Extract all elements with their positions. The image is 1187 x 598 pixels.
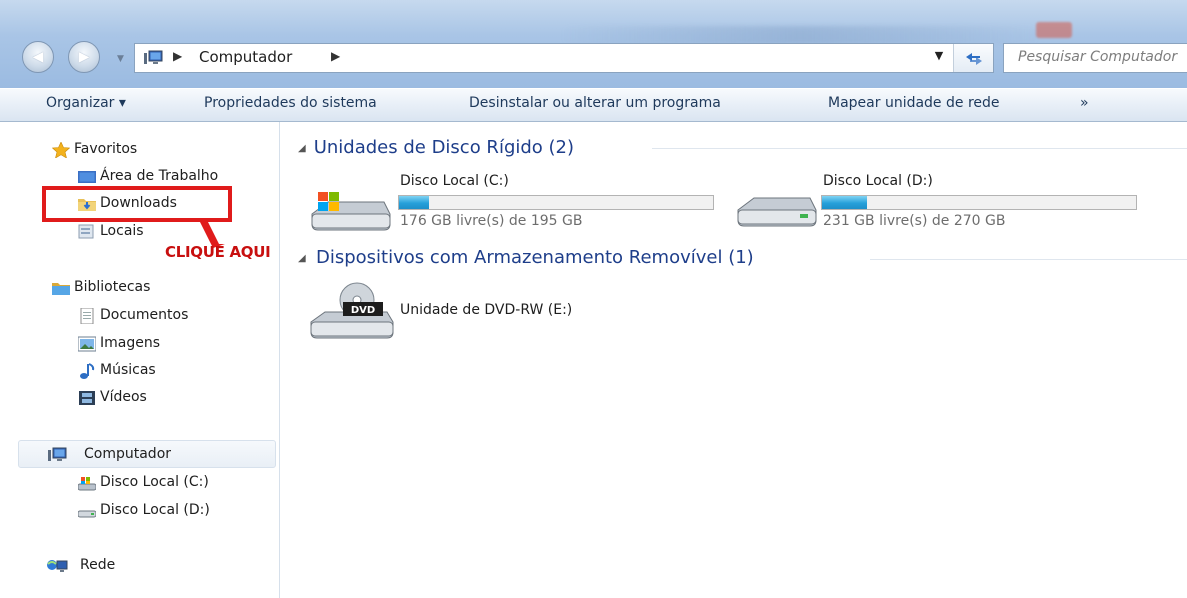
group-divider: [652, 148, 1187, 149]
recent-places-icon: [78, 224, 94, 239]
map-network-drive-button[interactable]: Mapear unidade de rede: [828, 95, 1000, 111]
annotation-click-here: CLIQUE AQUI: [165, 243, 271, 261]
star-icon: [52, 142, 70, 158]
breadcrumb-arrow-icon[interactable]: ▶: [331, 49, 340, 63]
drive-c-usage-bar: [398, 195, 714, 210]
uninstall-program-button[interactable]: Desinstalar ou alterar um programa: [469, 95, 721, 111]
annotation-highlight-box: [42, 186, 232, 222]
libraries-icon: [52, 283, 70, 295]
recent-pages-dropdown[interactable]: ▼: [117, 54, 127, 64]
more-commands-button[interactable]: »: [1080, 95, 1089, 111]
refresh-button[interactable]: [953, 44, 993, 72]
computer-icon: [144, 50, 163, 64]
breadcrumb-arrow-icon[interactable]: ▶: [173, 49, 182, 63]
dvd-drive-icon[interactable]: DVD: [305, 282, 395, 344]
back-arrow-icon: ◀: [32, 49, 44, 65]
drive-d-name[interactable]: Disco Local (D:): [823, 173, 933, 189]
dvd-icon-label: DVD: [351, 305, 375, 316]
hard-drive-icon[interactable]: [734, 192, 820, 232]
system-drive-icon: [78, 477, 96, 491]
search-input[interactable]: Pesquisar Computador: [1003, 43, 1187, 73]
organize-menu[interactable]: Organizar ▾: [46, 95, 126, 111]
system-properties-button[interactable]: Propriedades do sistema: [204, 95, 377, 111]
drive-d-usage-fill: [822, 196, 867, 209]
drive-c-free-space: 176 GB livre(s) de 195 GB: [400, 213, 583, 229]
forward-arrow-icon: ▶: [78, 49, 90, 65]
network-icon: [47, 560, 68, 572]
address-history-dropdown[interactable]: ▼: [931, 49, 947, 62]
hard-drive-icon: [78, 510, 96, 518]
video-film-icon: [79, 391, 95, 405]
search-placeholder: Pesquisar Computador: [1018, 49, 1178, 65]
drive-c-name[interactable]: Disco Local (C:): [400, 173, 509, 189]
command-bar: Organizar ▾ Propriedades do sistema Desi…: [0, 88, 1187, 122]
system-drive-icon[interactable]: [308, 190, 394, 234]
group-header-removable[interactable]: Dispositivos com Armazenamento Removível…: [316, 247, 754, 268]
music-note-icon: [80, 363, 95, 379]
address-bar[interactable]: ▶ Computador ▶ ▼: [134, 43, 994, 73]
window-titlebar: ◀ ▶ ▼ ▶ Computador ▶ ▼ Pesquisar Computa…: [0, 0, 1187, 88]
collapse-triangle-icon[interactable]: ◢: [298, 253, 306, 264]
breadcrumb-computador[interactable]: Computador: [199, 48, 292, 66]
drive-c-usage-fill: [399, 196, 429, 209]
refresh-icon: [966, 53, 982, 65]
titlebar-blurred-text: [560, 26, 1040, 44]
drive-d-free-space: 231 GB livre(s) de 270 GB: [823, 213, 1006, 229]
collapse-triangle-icon[interactable]: ◢: [298, 143, 306, 154]
group-divider: [870, 259, 1187, 260]
computer-icon: [48, 447, 67, 461]
pictures-icon: [78, 336, 96, 352]
forward-button[interactable]: ▶: [68, 41, 100, 73]
group-header-hard-disks[interactable]: ◢ Unidades de Disco Rígido (2): [298, 137, 574, 158]
titlebar-close-hint: [1036, 22, 1072, 38]
back-button[interactable]: ◀: [22, 41, 54, 73]
desktop-icon: [78, 171, 96, 183]
documents-icon: [80, 308, 94, 324]
dvd-drive-name[interactable]: Unidade de DVD-RW (E:): [400, 302, 572, 318]
drive-d-usage-bar: [821, 195, 1137, 210]
